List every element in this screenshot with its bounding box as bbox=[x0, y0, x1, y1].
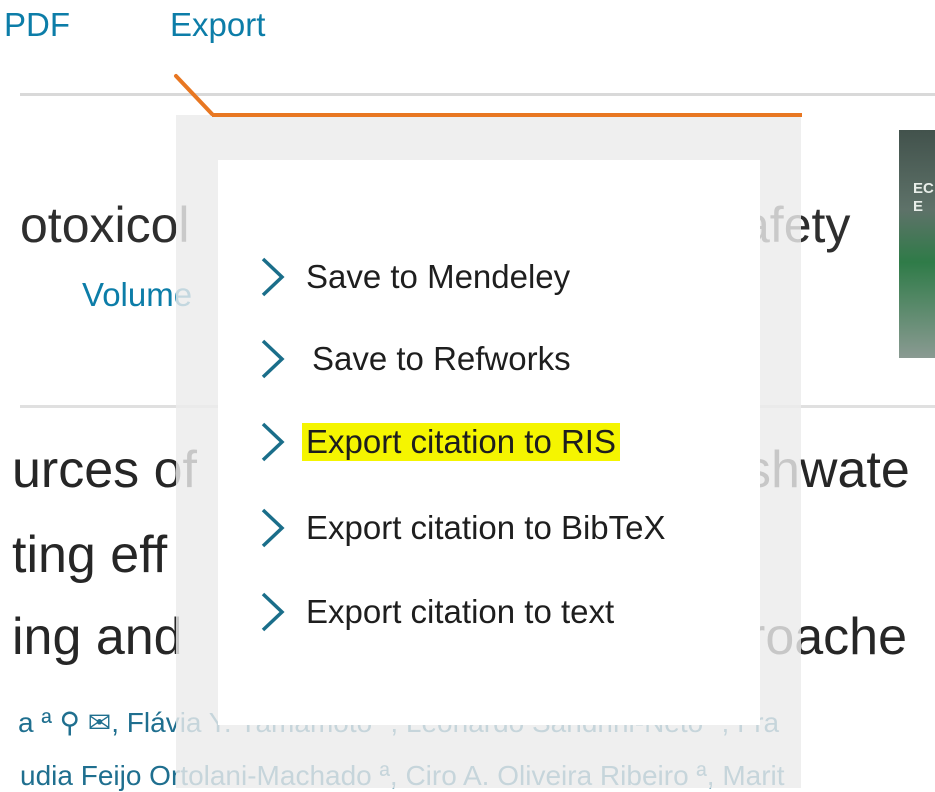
menu-item-export-citation-text[interactable]: Export citation to text bbox=[258, 590, 614, 634]
export-link[interactable]: Export bbox=[170, 6, 265, 44]
menu-item-label: Export citation to text bbox=[306, 593, 615, 630]
menu-item-label: Save to Refworks bbox=[312, 340, 571, 377]
menu-item-save-to-mendeley[interactable]: Save to Mendeley bbox=[258, 255, 570, 299]
dropdown-pointer bbox=[174, 74, 214, 116]
menu-item-label: Save to Mendeley bbox=[306, 258, 571, 295]
dropdown-accent-border bbox=[212, 113, 802, 117]
chevron-right-icon bbox=[261, 339, 285, 379]
title-line-1: urces of bbox=[12, 441, 197, 499]
chevron-right-icon bbox=[261, 257, 285, 297]
journal-cover-image[interactable] bbox=[899, 130, 935, 358]
menu-item-save-to-refworks[interactable]: Save to Refworks bbox=[258, 337, 571, 381]
chevron-right-icon bbox=[261, 592, 285, 632]
pdf-link[interactable]: PDF bbox=[4, 6, 70, 44]
journal-cover-text: EC E bbox=[913, 180, 934, 215]
menu-item-export-citation-bibtex[interactable]: Export citation to BibTeX bbox=[258, 506, 666, 550]
journal-title[interactable]: otoxicol bbox=[20, 196, 190, 254]
chevron-right-icon bbox=[261, 508, 285, 548]
title-line-2: ting eff bbox=[12, 526, 168, 584]
menu-item-export-citation-ris[interactable]: Export citation to RIS bbox=[258, 420, 620, 464]
title-line-3: ing and bbox=[12, 608, 183, 666]
toolbar-divider bbox=[20, 93, 935, 96]
chevron-right-icon bbox=[261, 422, 285, 462]
menu-item-label: Export citation to BibTeX bbox=[306, 509, 666, 546]
menu-item-label-highlighted: Export citation to RIS bbox=[302, 423, 620, 461]
